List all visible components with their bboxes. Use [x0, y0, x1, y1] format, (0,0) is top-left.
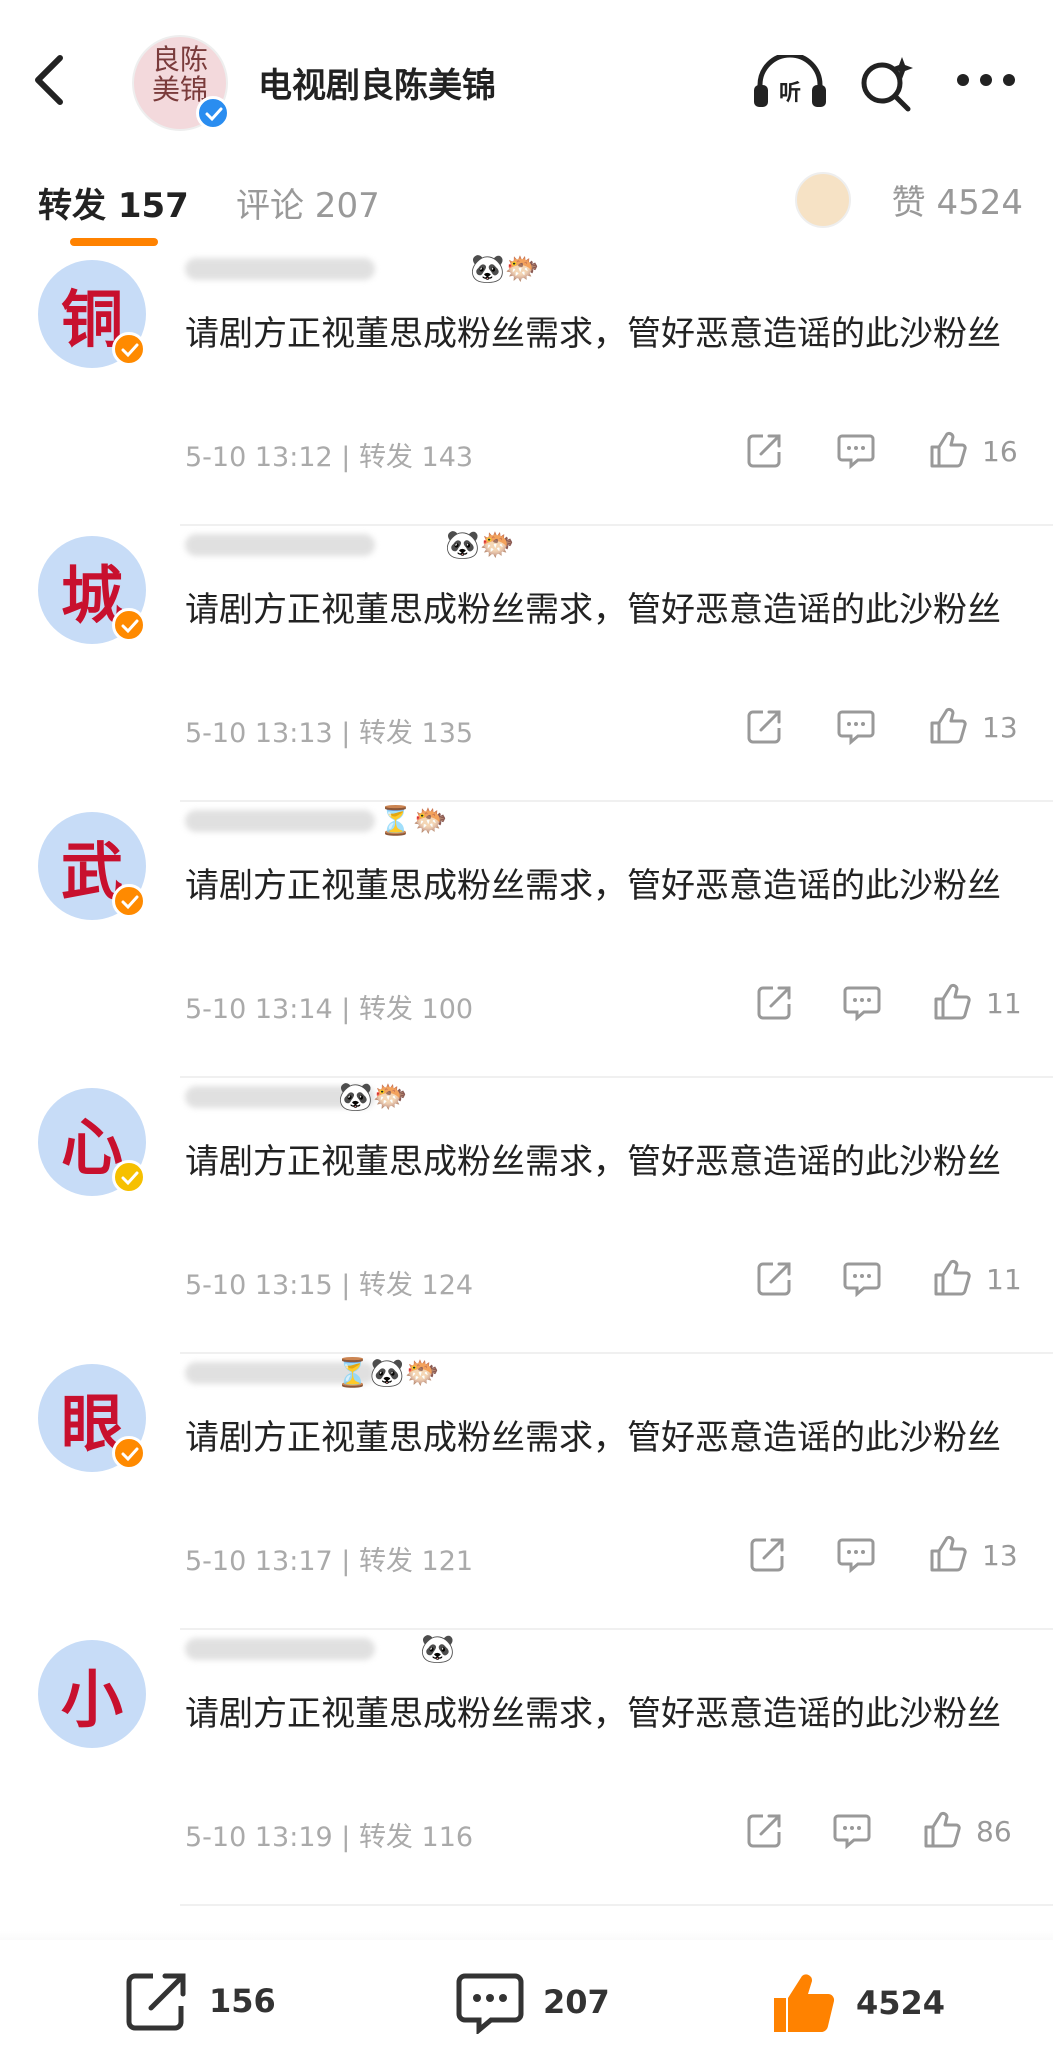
listen-icon[interactable]: 听 [752, 55, 828, 111]
like-count: 86 [976, 1815, 1012, 1848]
comment-icon[interactable] [836, 1534, 876, 1574]
comment-icon[interactable] [836, 430, 876, 470]
like-count: 16 [982, 435, 1018, 468]
verified-badge-icon [112, 1160, 146, 1194]
thumbs-up-icon[interactable] [928, 706, 968, 746]
bottom-repost-button[interactable]: 156 [125, 1970, 276, 2032]
divider [180, 1904, 1053, 1906]
verified-badge-icon [112, 1436, 146, 1470]
repost-meta: 5-10 13:17 | 转发 121 [185, 1546, 474, 1577]
comment-icon[interactable] [836, 706, 876, 746]
like-count: 13 [982, 1539, 1018, 1572]
blurred-username [185, 258, 375, 280]
thumbs-up-icon[interactable] [922, 1810, 962, 1850]
more-icon[interactable] [955, 72, 1017, 88]
share-icon[interactable] [745, 706, 785, 746]
top-bar: 良陈美锦 电视剧良陈美锦 听 [0, 0, 1053, 140]
name-emoji: ⏳🐼🐡 [335, 1356, 440, 1389]
active-tab-indicator [70, 238, 158, 246]
share-icon [126, 1973, 186, 2031]
verified-badge-icon [112, 884, 146, 918]
thumbs-up-icon[interactable] [932, 1258, 972, 1298]
comment-icon[interactable] [842, 1258, 882, 1298]
comment-count: 207 [543, 1983, 610, 2021]
bottom-comment-button[interactable]: 207 [455, 1970, 610, 2034]
list-item[interactable]: 眼 ⏳🐼🐡 请剧方正视董思成粉丝需求，管好恶意造谣的此沙粉丝 5-10 13:1… [0, 1354, 1053, 1630]
name-emoji: 🐼🐡 [470, 252, 540, 285]
comment-icon[interactable] [832, 1810, 872, 1850]
tab-comments[interactable]: 评论 207 [236, 178, 380, 227]
list-item[interactable]: 心 🐼🐡 请剧方正视董思成粉丝需求，管好恶意造谣的此沙粉丝 5-10 13:15… [0, 1078, 1053, 1354]
repost-meta: 5-10 13:12 | 转发 143 [185, 442, 474, 473]
share-icon[interactable] [745, 1810, 785, 1850]
comment-icon[interactable] [842, 982, 882, 1022]
tab-bar: 转发 157 评论 207 赞 4524 [0, 150, 1053, 250]
repost-text: 请剧方正视董思成粉丝需求，管好恶意造谣的此沙粉丝 [185, 590, 1001, 630]
name-emoji: 🐼 [420, 1632, 455, 1665]
repost-text: 请剧方正视董思成粉丝需求，管好恶意造谣的此沙粉丝 [185, 1142, 1001, 1182]
repost-meta: 5-10 13:13 | 转发 135 [185, 718, 474, 749]
svg-text:听: 听 [779, 81, 801, 106]
share-icon[interactable] [748, 1534, 788, 1574]
thumbs-up-icon[interactable] [932, 982, 972, 1022]
list-item[interactable]: 城 🐼🐡 请剧方正视董思成粉丝需求，管好恶意造谣的此沙粉丝 5-10 13:13… [0, 526, 1053, 802]
bottom-action-bar: 156 207 4524 [0, 1940, 1053, 2061]
repost-text: 请剧方正视董思成粉丝需求，管好恶意造谣的此沙粉丝 [185, 1694, 1001, 1734]
page-title: 电视剧良陈美锦 [258, 66, 496, 106]
avatar[interactable]: 小 [38, 1640, 146, 1748]
name-emoji: 🐼🐡 [445, 528, 515, 561]
back-icon[interactable] [30, 50, 70, 110]
tab-likes[interactable]: 赞 4524 [892, 175, 1023, 224]
share-icon[interactable] [745, 430, 785, 470]
name-emoji: 🐼🐡 [338, 1080, 408, 1113]
name-emoji: ⏳🐡 [378, 804, 448, 837]
thumbs-up-icon [774, 1974, 835, 2033]
search-icon[interactable] [858, 55, 918, 115]
repost-meta: 5-10 13:14 | 转发 100 [185, 994, 474, 1025]
list-item[interactable]: 小 🐼 请剧方正视董思成粉丝需求，管好恶意造谣的此沙粉丝 5-10 13:19 … [0, 1630, 1053, 1906]
repost-text: 请剧方正视董思成粉丝需求，管好恶意造谣的此沙粉丝 [185, 866, 1001, 906]
repost-meta: 5-10 13:15 | 转发 124 [185, 1270, 474, 1301]
blurred-username [185, 534, 375, 556]
thumbs-up-icon[interactable] [928, 1534, 968, 1574]
repost-meta: 5-10 13:19 | 转发 116 [185, 1822, 474, 1853]
bottom-like-button[interactable]: 4524 [770, 1970, 945, 2036]
comment-icon [456, 1973, 524, 2034]
repost-count: 156 [209, 1982, 276, 2020]
like-count: 11 [986, 1263, 1022, 1296]
list-item[interactable]: 铜 🐼🐡 请剧方正视董思成粉丝需求，管好恶意造谣的此沙粉丝 5-10 13:12… [0, 250, 1053, 526]
like-count: 13 [982, 711, 1018, 744]
thumbs-up-icon[interactable] [928, 430, 968, 470]
tab-reposts[interactable]: 转发 157 [38, 178, 189, 227]
blurred-username [185, 810, 375, 832]
verified-badge-icon [112, 608, 146, 642]
verified-badge-icon [196, 96, 230, 130]
share-icon[interactable] [755, 1258, 795, 1298]
list-item[interactable]: 武 ⏳🐡 请剧方正视董思成粉丝需求，管好恶意造谣的此沙粉丝 5-10 13:14… [0, 802, 1053, 1078]
liker-avatar [795, 172, 851, 228]
like-count: 11 [986, 987, 1022, 1020]
repost-text: 请剧方正视董思成粉丝需求，管好恶意造谣的此沙粉丝 [185, 314, 1001, 354]
repost-text: 请剧方正视董思成粉丝需求，管好恶意造谣的此沙粉丝 [185, 1418, 1001, 1458]
blurred-username [185, 1638, 375, 1660]
share-icon[interactable] [755, 982, 795, 1022]
bottom-bar-shadow [0, 1930, 1053, 1940]
verified-badge-icon [112, 332, 146, 366]
like-count: 4524 [856, 1984, 946, 2022]
